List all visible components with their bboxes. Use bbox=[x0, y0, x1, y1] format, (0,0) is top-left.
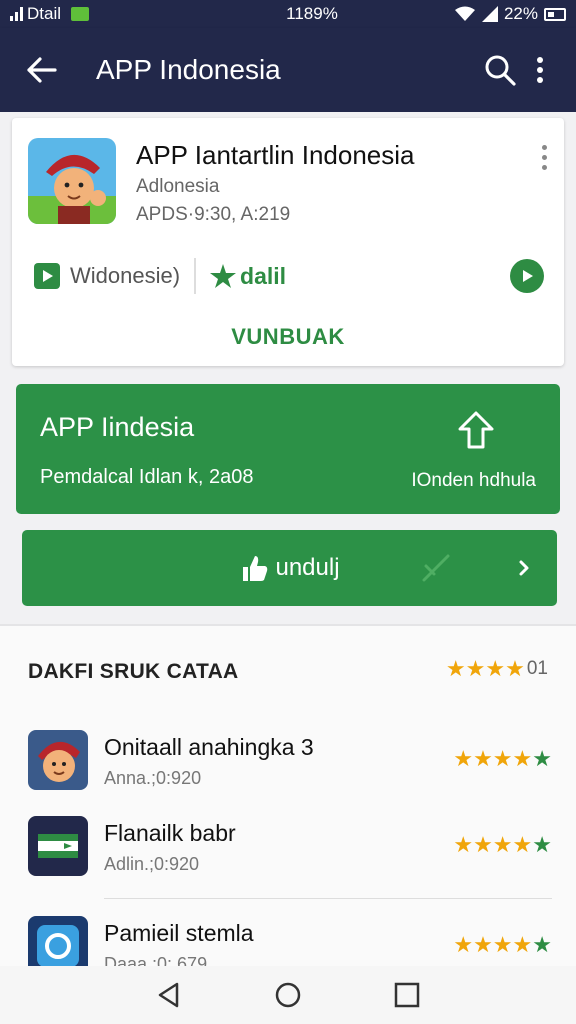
download-button[interactable]: undulj bbox=[22, 530, 557, 606]
list-item[interactable]: Flanailk babr Adlin.;0:920 ★ ★ ★ ★ ★ bbox=[0, 816, 576, 896]
back-arrow-icon[interactable] bbox=[22, 50, 62, 90]
signal-icon bbox=[10, 7, 23, 21]
play-circle-icon[interactable] bbox=[510, 259, 544, 293]
star-icon: ★ bbox=[473, 932, 493, 957]
list-item-subtitle: Daaa.;0: 679 bbox=[104, 954, 208, 966]
promo-cta[interactable]: IOnden hdhula bbox=[411, 470, 536, 492]
status-bar: Dtail 1189% 22% bbox=[0, 0, 576, 28]
section-heading: DAKFI SRUK CATAA bbox=[28, 660, 239, 683]
list-item[interactable]: Pamieil stemla Daaa.;0: 679 ★ ★ ★ ★ ★ bbox=[0, 916, 576, 966]
carrier-label: Dtail bbox=[27, 4, 62, 23]
star-icon: ★ bbox=[492, 932, 513, 957]
star-icon: ★ bbox=[485, 656, 506, 681]
chevron-right-icon bbox=[519, 560, 529, 576]
section-rating-number: 01 bbox=[526, 658, 548, 679]
list-item-subtitle: Anna.;0:920 bbox=[104, 768, 202, 788]
hand-icon bbox=[243, 556, 268, 581]
nav-back-icon[interactable] bbox=[155, 981, 183, 1009]
star-icon: ★ bbox=[492, 832, 513, 857]
app-info-card: APP Iantartlin Indonesia Adlonesia APDS·… bbox=[12, 118, 564, 366]
list-item-title: Flanailk babr bbox=[104, 820, 236, 846]
star-icon: ★ bbox=[492, 746, 513, 771]
star-icon: ★ bbox=[465, 656, 486, 681]
list-divider bbox=[104, 898, 552, 899]
section-rating: ★ ★ ★ ★ 01 bbox=[446, 658, 548, 680]
info-row: Widonesie) dalil bbox=[34, 256, 544, 296]
app-developer[interactable]: Adlonesia bbox=[136, 176, 219, 198]
star-icon: ★ bbox=[505, 656, 525, 681]
battery-icon bbox=[544, 7, 566, 21]
content-area: APP Iantartlin Indonesia Adlonesia APDS·… bbox=[0, 112, 576, 966]
status-center-text: 1189% bbox=[286, 4, 338, 23]
star-icon: ★ bbox=[473, 832, 493, 857]
nav-recents-icon[interactable] bbox=[393, 981, 421, 1009]
star-icon: ★ bbox=[512, 832, 533, 857]
promo-subtitle: Pemdalcal Idlan k, 2a08 bbox=[40, 466, 254, 488]
star-icon: ★ bbox=[532, 932, 552, 957]
list-item-icon bbox=[28, 730, 88, 790]
star-icon bbox=[210, 264, 237, 288]
download-label: undulj bbox=[275, 554, 340, 581]
star-icon: ★ bbox=[512, 932, 533, 957]
star-icon: ★ bbox=[532, 832, 552, 857]
more-vert-icon[interactable] bbox=[520, 50, 560, 90]
wifi-icon bbox=[454, 6, 475, 21]
list-item-rating: ★ ★ ★ ★ ★ bbox=[453, 748, 552, 770]
sim-icon bbox=[71, 7, 90, 21]
list-item-subtitle: Adlin.;0:920 bbox=[104, 854, 200, 874]
rating-label: dalil bbox=[240, 262, 287, 289]
promo-title: APP Iindesia bbox=[40, 412, 195, 442]
star-icon: ★ bbox=[453, 746, 474, 771]
status-left: Dtail bbox=[10, 4, 210, 24]
star-icon: ★ bbox=[512, 746, 533, 771]
check-icon bbox=[422, 554, 450, 582]
upload-arrow-icon bbox=[458, 411, 494, 449]
app-name: APP Iantartlin Indonesia bbox=[136, 140, 415, 170]
page-title: APP Indonesia bbox=[96, 54, 281, 85]
app-icon[interactable] bbox=[28, 138, 116, 224]
list-item-title: Pamieil stemla bbox=[104, 920, 254, 946]
star-icon: ★ bbox=[473, 746, 493, 771]
list-section: DAKFI SRUK CATAA ★ ★ ★ ★ 01 Onitaall ana… bbox=[0, 624, 576, 966]
promo-card[interactable]: APP Iindesia Pemdalcal Idlan k, 2a08 IOn… bbox=[16, 384, 560, 514]
play-chip-icon bbox=[34, 263, 60, 289]
divider bbox=[194, 258, 197, 294]
app-bar: APP Indonesia bbox=[0, 28, 576, 112]
list-item-title: Onitaall anahingka 3 bbox=[104, 734, 314, 760]
chip-label: Widonesie) bbox=[70, 263, 181, 288]
star-icon: ★ bbox=[532, 746, 552, 771]
battery-percent: 22% bbox=[503, 4, 538, 23]
status-right: 22% bbox=[454, 4, 566, 24]
star-icon: ★ bbox=[453, 932, 474, 957]
system-nav-bar bbox=[0, 966, 576, 1024]
list-item-icon bbox=[28, 916, 88, 966]
search-icon[interactable] bbox=[480, 50, 520, 90]
cell-signal-icon bbox=[481, 6, 498, 22]
list-item-icon bbox=[28, 816, 88, 876]
star-icon: ★ bbox=[445, 656, 466, 681]
card-more-icon[interactable] bbox=[534, 142, 554, 172]
list-item-rating: ★ ★ ★ ★ ★ bbox=[453, 834, 552, 856]
install-link[interactable]: VUNBUAK bbox=[12, 324, 564, 350]
list-item-rating: ★ ★ ★ ★ ★ bbox=[453, 934, 552, 956]
list-item[interactable]: Onitaall anahingka 3 Anna.;0:920 ★ ★ ★ ★… bbox=[0, 730, 576, 810]
star-icon: ★ bbox=[453, 832, 474, 857]
app-meta: APDS·9:30, A:219 bbox=[136, 204, 291, 225]
nav-home-icon[interactable] bbox=[274, 981, 302, 1009]
